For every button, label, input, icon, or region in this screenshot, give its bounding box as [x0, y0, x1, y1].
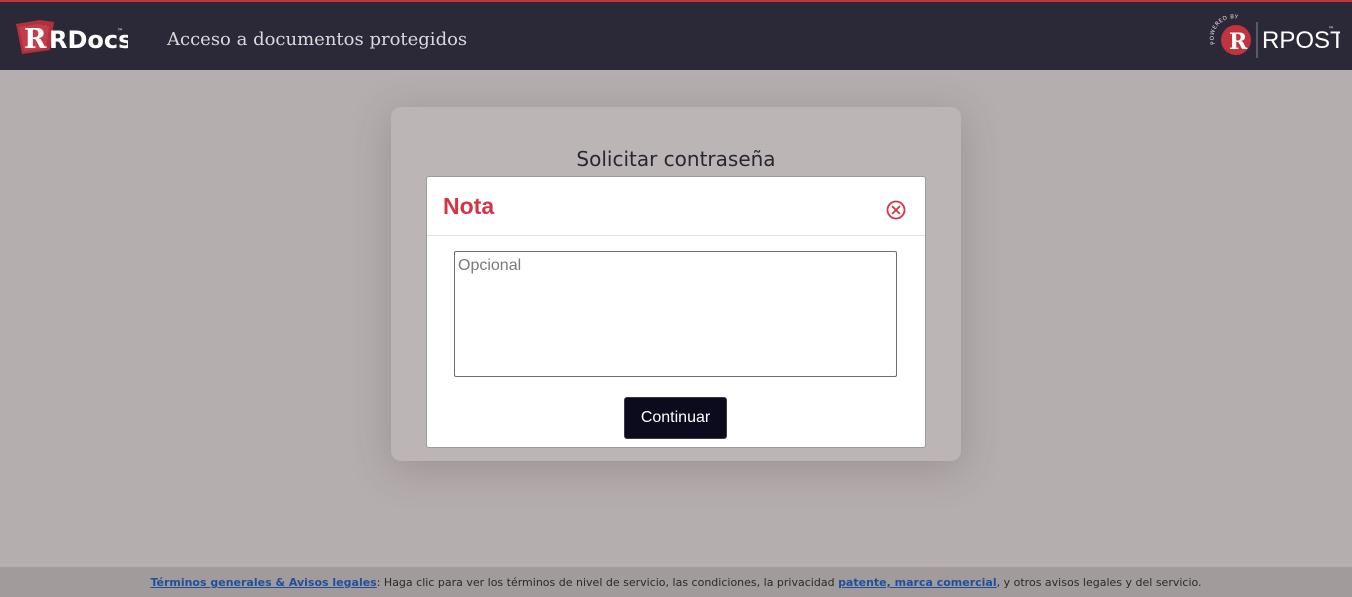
page-title: Acceso a documentos protegidos — [167, 29, 468, 50]
modal-title: Nota — [443, 193, 495, 219]
svg-text:™: ™ — [117, 28, 123, 35]
note-modal: Nota Continuar — [426, 176, 926, 448]
close-circle-icon[interactable] — [885, 199, 907, 221]
patent-link[interactable]: patente, marca comercial — [838, 576, 997, 589]
svg-text:R: R — [1229, 29, 1248, 55]
footer-text-2: , y otros avisos legales y del servicio. — [996, 576, 1202, 589]
top-bar: R RDocs ™ Acceso a documentos protegidos… — [0, 0, 1352, 70]
continue-button[interactable]: Continuar — [624, 397, 727, 439]
modal-header: Nota — [427, 177, 925, 236]
footer-text-1: : Haga clic para ver los términos de niv… — [376, 576, 839, 589]
terms-link[interactable]: Términos generales & Avisos legales — [150, 576, 376, 589]
rpost-logo[interactable]: POWERED BY R RPOST ™ — [1208, 12, 1340, 62]
rdocs-logo[interactable]: R RDocs ™ — [16, 20, 128, 54]
footer: Términos generales & Avisos legales: Hag… — [0, 567, 1352, 597]
card-title: Solicitar contraseña — [576, 147, 776, 171]
svg-text:™: ™ — [1328, 26, 1334, 33]
note-textarea[interactable] — [454, 251, 897, 377]
svg-text:R: R — [24, 24, 47, 54]
